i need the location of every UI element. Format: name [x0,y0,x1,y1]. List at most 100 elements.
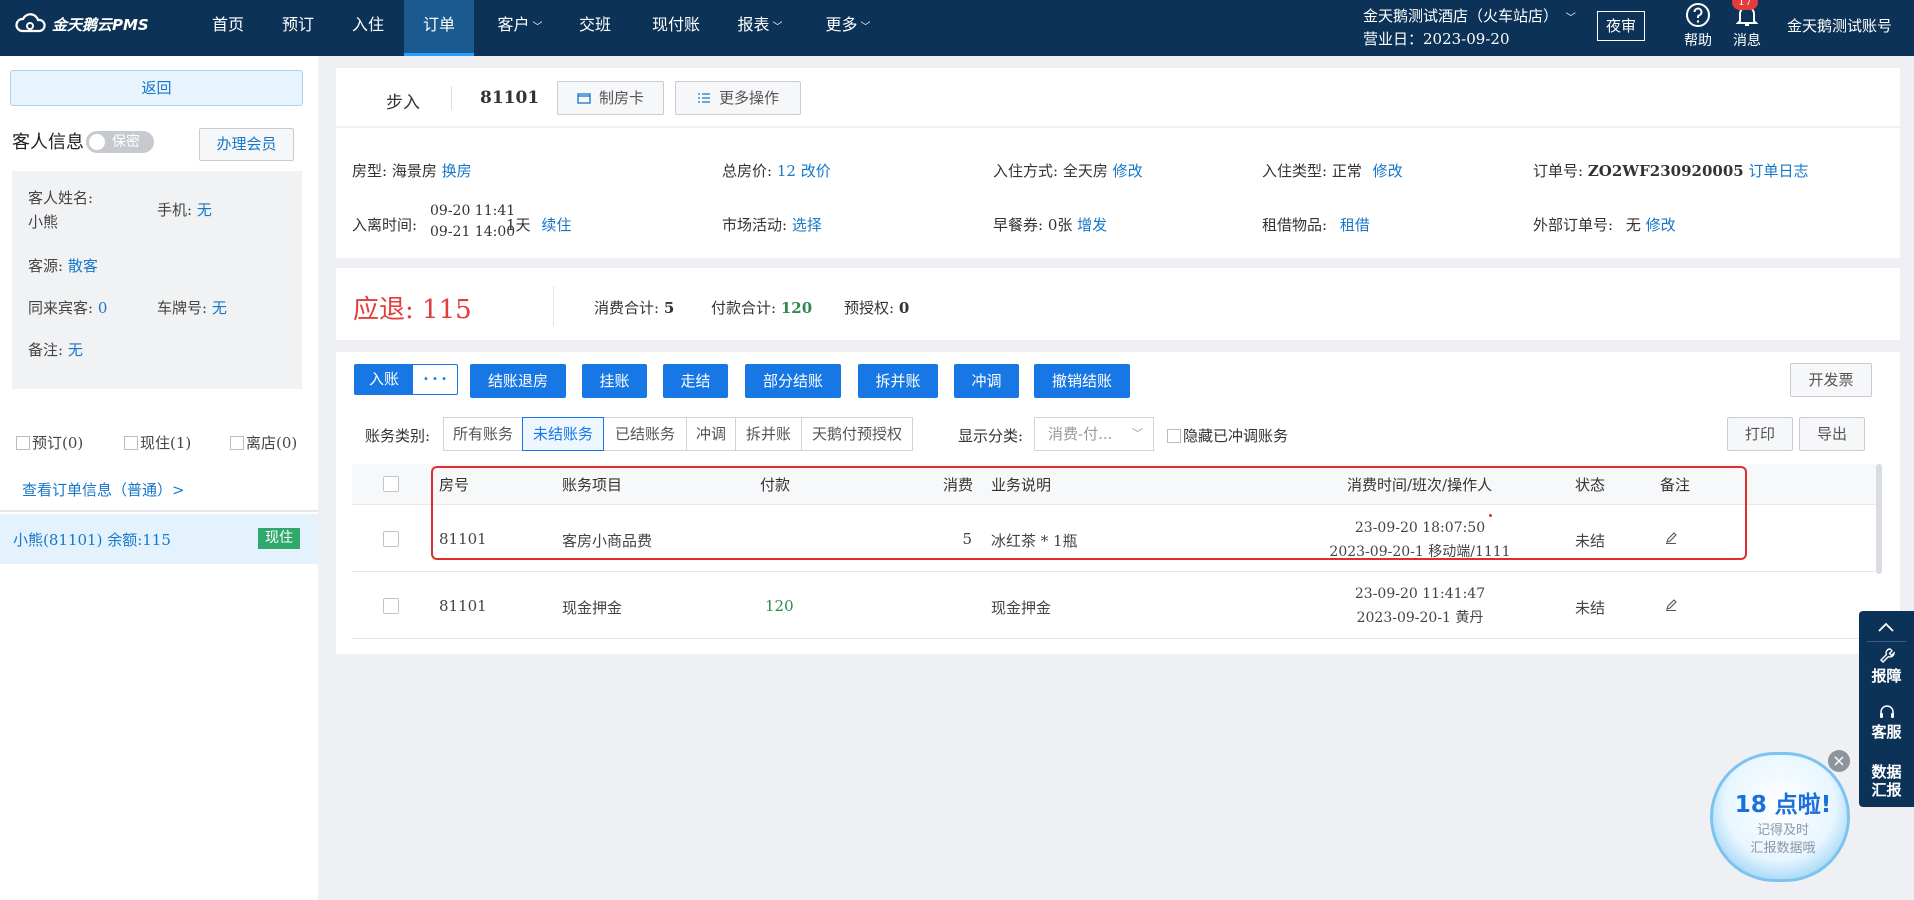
card-icon [577,93,591,104]
plate-label: 车牌号: [157,299,208,317]
tab-unsettled[interactable]: 未结账务 [522,417,604,451]
nav-reservation[interactable]: 预订 [272,0,324,56]
edit-icon[interactable] [1664,598,1678,612]
cancel-checkout-button[interactable]: 撤销结账 [1034,364,1130,398]
hotel-selector[interactable]: 金天鹅测试酒店（火车站店） ﹀ 营业日：2023-09-20 [1363,6,1576,50]
partial-settle-button[interactable]: 部分结账 [745,364,841,398]
modify-external-link[interactable]: 修改 [1646,216,1676,234]
rental-link[interactable]: 租借 [1340,216,1370,234]
checkin-type-field: 入住类型: 正常 修改 [1262,162,1403,180]
tab-offset[interactable]: 冲调 [686,417,736,451]
source-label: 客源: [28,257,64,275]
row-checkbox[interactable] [383,531,399,547]
nav-shift[interactable]: 交班 [570,0,620,56]
category-label: 账务类别: [365,427,431,445]
hide-offset-checkbox[interactable]: 隐藏已冲调账务 [1167,425,1288,446]
table-scrollbar[interactable] [1876,464,1882,574]
checkbox[interactable] [124,436,138,450]
source-value[interactable]: 散客 [68,257,98,275]
phone-label: 手机: [157,201,193,219]
privacy-toggle[interactable]: 保密 [86,131,154,153]
order-log-link[interactable]: 订单日志 [1749,162,1809,180]
filter-inhouse[interactable]: 现住(1) [124,432,191,453]
back-button[interactable]: 返回 [10,70,303,106]
guest-info-title: 客人信息 [12,132,84,153]
more-operations-button[interactable]: 更多操作 [675,81,801,115]
nav-reports[interactable]: 报表 ﹀ [730,0,790,56]
floating-toolbar: 报障 客服 数据 汇报 [1859,611,1914,807]
print-button[interactable]: 打印 [1727,417,1793,451]
companions-value[interactable]: 0 [98,299,108,317]
post-entry-button[interactable]: 入账 [355,365,413,394]
more-dots-icon[interactable]: • • • [413,365,457,394]
hang-account-button[interactable]: 挂账 [582,364,647,398]
tab-swan-preauth[interactable]: 天鹅付预授权 [801,417,913,451]
register-member-button[interactable]: 办理会员 [199,128,294,161]
app-logo[interactable]: 金天鹅云PMS [14,13,149,35]
make-room-card-button[interactable]: 制房卡 [557,81,664,115]
nav-orders[interactable]: 订单 [404,0,474,56]
nights-field: 1天 续住 [506,216,572,234]
cell-item: 现金押金 [562,599,623,617]
export-button[interactable]: 导出 [1799,417,1865,451]
remark-value[interactable]: 无 [68,341,83,359]
nav-home[interactable]: 首页 [202,0,254,56]
report-fault-button[interactable]: 报障 [1859,647,1914,686]
filter-reserved[interactable]: 预订(0) [16,432,83,453]
row-checkbox[interactable] [383,598,399,614]
checkbox[interactable] [230,436,244,450]
offset-button[interactable]: 冲调 [954,364,1019,398]
view-order-info-link[interactable]: 查看订单信息（普通）> [22,479,185,500]
select-all-checkbox[interactable] [383,476,399,492]
nav-more[interactable]: 更多 ﹀ [818,0,878,56]
business-date: 营业日：2023-09-20 [1363,30,1510,48]
chevron-down-icon: ﹀ [1565,13,1576,24]
tab-all-accounts[interactable]: 所有账务 [443,417,523,451]
data-report-button[interactable]: 数据 汇报 [1859,763,1914,799]
extend-stay-link[interactable]: 续住 [541,216,571,234]
summary-panel [336,268,1900,340]
night-audit-button[interactable]: 夜审 [1597,11,1645,41]
total-price-value[interactable]: 12 [777,162,796,180]
walk-settle-button[interactable]: 走结 [663,364,728,398]
divider [352,638,1882,639]
checkout-button[interactable]: 结账退房 [470,364,566,398]
wrench-icon [1879,648,1895,663]
rental-field: 租借物品: 租借 [1262,216,1370,234]
nav-checkin[interactable]: 入住 [342,0,394,56]
filter-departed[interactable]: 离店(0) [230,432,297,453]
chevron-down-icon: ﹀ [772,22,783,33]
customer-service-button[interactable]: 客服 [1859,703,1914,742]
room-list-item[interactable]: 小熊(81101) 余额:115 现住 [0,514,318,564]
account-menu[interactable]: 金天鹅测试账号 [1787,15,1892,36]
split-merge-button[interactable]: 拆并账 [858,364,938,398]
market-field: 市场活动: 选择 [722,216,822,234]
phone-value[interactable]: 无 [197,201,212,219]
external-order-field: 外部订单号: 无 修改 [1533,216,1676,234]
order-mode: 步入 [386,93,420,113]
guest-name-value[interactable]: 小熊 [28,211,58,232]
nav-cash-account[interactable]: 现付账 [642,0,710,56]
display-category-select[interactable]: 消费-付... ﹀ [1034,417,1154,451]
choose-market-link[interactable]: 选择 [792,216,822,234]
add-breakfast-link[interactable]: 增发 [1077,216,1107,234]
guest-name-label: 客人姓名: [28,189,94,207]
checkbox[interactable] [1167,429,1181,443]
chevron-up-icon[interactable] [1877,621,1895,633]
change-room-link[interactable]: 换房 [442,162,472,180]
reminder-bubble[interactable]: 18 点啦! 记得及时 汇报数据哦 [1710,752,1850,882]
divider [0,510,318,512]
tab-split-merge[interactable]: 拆并账 [735,417,802,451]
nav-customers[interactable]: 客户 ﹀ [490,0,550,56]
change-price-link[interactable]: 改价 [801,162,831,180]
post-split-button: 入账 • • • [354,364,458,395]
close-icon[interactable]: × [1828,750,1850,772]
checkbox[interactable] [16,436,30,450]
plate-value[interactable]: 无 [212,299,227,317]
modify-checkin-type-link[interactable]: 修改 [1373,162,1403,180]
issue-invoice-button[interactable]: 开发票 [1790,363,1872,397]
help-button[interactable]: 帮助 [1678,2,1718,50]
tab-settled[interactable]: 已结账务 [603,417,687,451]
modify-checkin-mode-link[interactable]: 修改 [1113,162,1143,180]
divider [1867,641,1906,642]
